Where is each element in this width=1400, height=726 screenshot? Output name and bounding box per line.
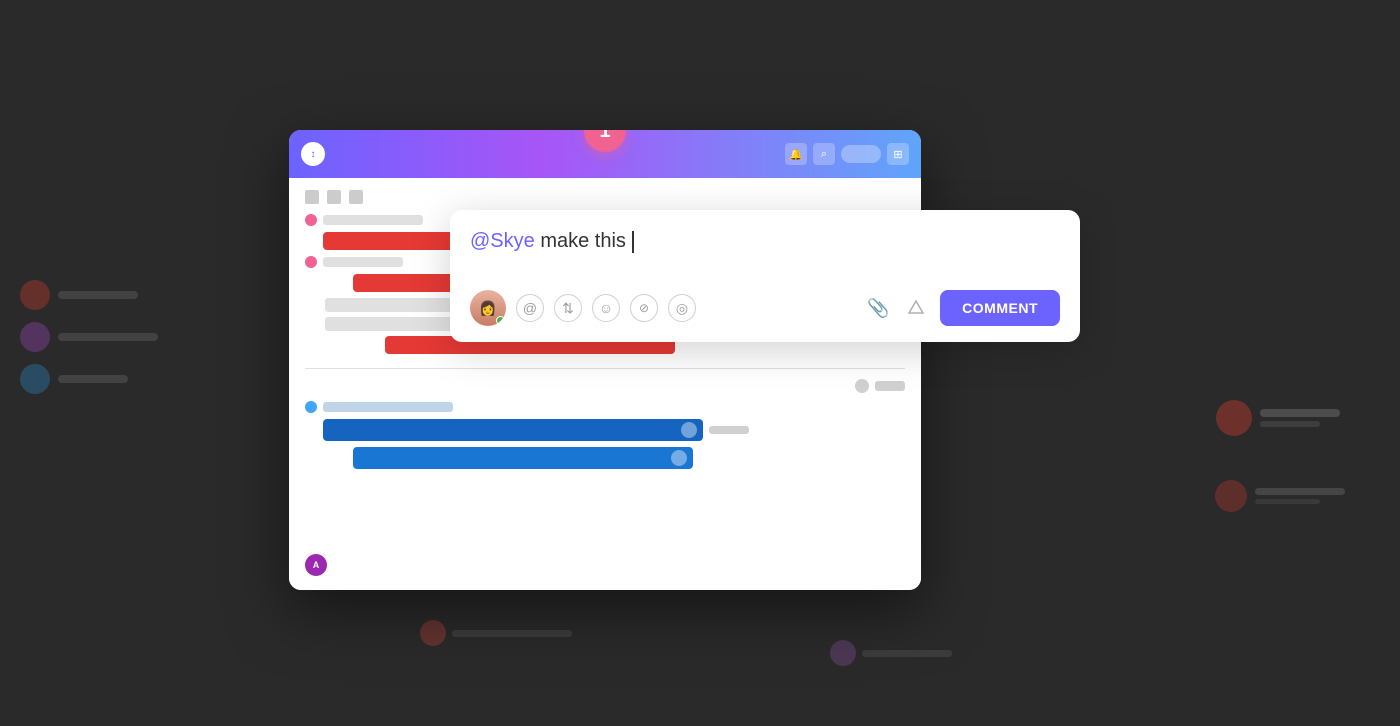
bg-profile-avatar <box>1216 400 1252 436</box>
section-actions <box>305 379 905 393</box>
drive-icon[interactable] <box>902 294 930 322</box>
app-logo: ↕ <box>301 142 325 166</box>
blue-bar-2-container <box>353 447 905 469</box>
bottom-avatar-container: A <box>305 554 327 576</box>
bg-avatar <box>20 280 50 310</box>
emoji-icon[interactable]: ☺ <box>592 294 620 322</box>
slash-command-icon[interactable]: ⊘ <box>630 294 658 322</box>
comment-popup: @Skye make this 👩 @ ⇅ ☺ ⊘ ◎ 📎 COMMENT <box>450 210 1080 342</box>
attachment-icon[interactable]: 📎 <box>864 294 892 322</box>
task-dot-blue <box>305 401 317 413</box>
bg-avatar <box>20 364 50 394</box>
section-divider <box>305 368 905 369</box>
bg-bottom-avatar <box>420 620 446 646</box>
bg-bar <box>58 333 158 341</box>
comment-body-text: make this <box>535 230 632 252</box>
bg-profile-name-bar <box>1260 409 1340 417</box>
toolbar-list-icon <box>327 190 341 204</box>
mention-icon[interactable]: @ <box>516 294 544 322</box>
bell-icon: 🔔 <box>785 143 807 165</box>
bg-sub-bar-2 <box>1255 499 1320 504</box>
online-status-dot <box>496 316 505 325</box>
logo-icon: ↕ <box>311 149 316 160</box>
section-action-icon-1 <box>855 379 869 393</box>
blue-bar-1-container <box>323 419 905 441</box>
circle-icon[interactable]: ◎ <box>668 294 696 322</box>
task-dot-1 <box>305 214 317 226</box>
comment-submit-button[interactable]: COMMENT <box>940 290 1060 326</box>
bg-avatar <box>20 322 50 352</box>
header-avatar-bar <box>841 145 881 163</box>
bg-profile-card <box>1216 400 1340 436</box>
blue-bar-toggle <box>681 422 697 438</box>
section-action-bar <box>875 381 905 391</box>
blue-bar-row-1 <box>305 419 905 441</box>
bg-bottom-item <box>420 620 572 646</box>
bg-bottom-bar <box>452 630 572 637</box>
text-cursor <box>632 231 634 253</box>
blue-gantt-bar-2 <box>353 447 693 469</box>
header-icons: 🔔 ⌕ ⊞ <box>785 143 909 165</box>
task-title-2 <box>323 257 403 267</box>
comment-text-area[interactable]: @Skye make this <box>470 230 1060 270</box>
toolbar-add-icon <box>349 190 363 204</box>
bg-avatar-2 <box>1215 480 1247 512</box>
toolbar-grid-icon <box>305 190 319 204</box>
blue-section-title <box>323 402 453 412</box>
bg-name-bar-2 <box>1255 488 1345 495</box>
task-title-1 <box>323 215 423 225</box>
blue-title-row <box>305 401 905 413</box>
bg-profile-sub-bar <box>1260 421 1320 427</box>
comment-footer: 👩 @ ⇅ ☺ ⊘ ◎ 📎 COMMENT <box>470 290 1060 326</box>
app-screenshot-card: 1 ↕ 🔔 ⌕ ⊞ <box>289 130 921 590</box>
blue-bar-2-toggle <box>671 450 687 466</box>
bg-profile-info-2 <box>1255 488 1345 504</box>
notification-badge: 1 <box>584 130 626 152</box>
app-toolbar <box>305 190 905 204</box>
app-header: 1 ↕ 🔔 ⌕ ⊞ <box>289 130 921 178</box>
bg-bar <box>58 375 128 383</box>
search-icon: ⌕ <box>813 143 835 165</box>
commenter-avatar: 👩 <box>470 290 506 326</box>
bg-bottom-item-2 <box>830 640 952 666</box>
bg-bottom-bar-2 <box>862 650 952 657</box>
bg-left-items <box>20 280 158 406</box>
sub-bar-2 <box>325 317 465 331</box>
bg-bottom-avatar-2 <box>830 640 856 666</box>
drive-svg <box>907 299 925 317</box>
grid-icon: ⊞ <box>887 143 909 165</box>
bg-profile-card-2 <box>1215 480 1345 512</box>
blue-bar-1-label <box>709 426 749 434</box>
bottom-avatar: A <box>305 554 327 576</box>
blue-bar-row-2 <box>305 447 905 469</box>
assign-icon[interactable]: ⇅ <box>554 294 582 322</box>
bg-bar <box>58 291 138 299</box>
blue-task-section <box>305 401 905 469</box>
blue-gantt-bar-1 <box>323 419 703 441</box>
task-dot-2 <box>305 256 317 268</box>
mention-text: @Skye <box>470 230 535 252</box>
bg-profile-info <box>1260 409 1340 427</box>
